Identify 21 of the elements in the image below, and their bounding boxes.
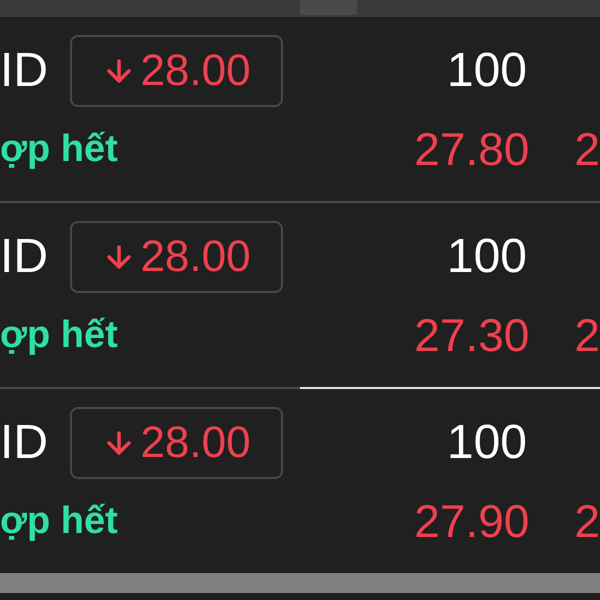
match-price-text: 27.90 — [413, 498, 530, 544]
quantity-text: 100 — [446, 47, 527, 95]
order-row[interactable]: ID 28.00 100 ợp hết 27.80 2 — [0, 17, 600, 201]
order-row[interactable]: ID 28.00 100 ợp hết 27.90 2 — [0, 389, 600, 573]
price-text: 28.00 — [140, 49, 251, 93]
match-price-text: 27.30 — [413, 312, 530, 358]
price-text: 28.00 — [140, 235, 251, 279]
column-5-text: 2 — [574, 126, 600, 172]
match-price-text: 27.80 — [413, 126, 530, 172]
status-text: ợp hết — [0, 316, 119, 354]
column-5-text: 2 — [574, 312, 600, 358]
status-text: ợp hết — [0, 502, 119, 540]
price-text: 28.00 — [140, 421, 251, 465]
status-text: ợp hết — [0, 130, 119, 168]
symbol-text: ID — [0, 47, 49, 95]
symbol-text: ID — [0, 419, 49, 467]
symbol-text: ID — [0, 233, 49, 281]
quantity-text: 100 — [446, 419, 527, 467]
quantity-text: 100 — [446, 233, 527, 281]
order-row[interactable]: ID 28.00 100 ợp hết 27.30 2 — [0, 203, 600, 387]
column-5-text: 2 — [574, 498, 600, 544]
